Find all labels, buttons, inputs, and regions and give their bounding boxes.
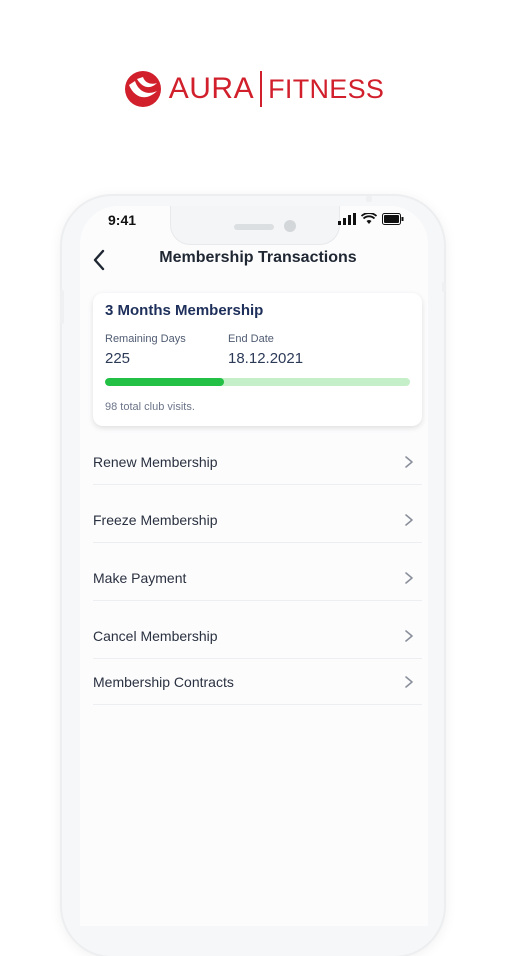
end-date-label: End Date: [228, 333, 274, 345]
signal-icon: [338, 213, 356, 225]
chevron-right-icon: [405, 630, 413, 642]
phone-side-button: [366, 196, 372, 202]
menu-item-renew-membership[interactable]: Renew Membership: [93, 440, 422, 485]
menu-item-label: Membership Contracts: [93, 674, 234, 690]
chevron-right-icon: [405, 572, 413, 584]
back-button[interactable]: [86, 246, 112, 274]
chevron-right-icon: [405, 456, 413, 468]
menu-item-make-payment[interactable]: Make Payment: [93, 556, 422, 601]
front-camera: [284, 220, 296, 232]
back-arrow-icon: [93, 249, 105, 271]
menu-item-membership-contracts[interactable]: Membership Contracts: [93, 660, 422, 705]
membership-progress-bar: [105, 378, 410, 386]
brand-subtitle: FITNESS: [268, 73, 385, 104]
end-date-value: 18.12.2021: [228, 350, 304, 367]
status-time: 9:41: [108, 212, 137, 228]
menu-item-freeze-membership[interactable]: Freeze Membership: [93, 498, 422, 543]
membership-progress-fill: [105, 378, 224, 386]
menu-item-label: Make Payment: [93, 570, 187, 586]
brand-logo-icon: [124, 71, 161, 107]
chevron-right-icon: [405, 514, 413, 526]
menu-item-cancel-membership[interactable]: Cancel Membership: [93, 614, 422, 659]
chevron-right-icon: [405, 676, 413, 688]
menu-item-label: Cancel Membership: [93, 628, 218, 644]
wifi-icon: [361, 213, 377, 224]
page-title: Membership Transactions: [159, 249, 357, 266]
membership-title: 3 Months Membership: [105, 302, 264, 319]
speaker-grille: [234, 224, 274, 230]
remaining-days-label: Remaining Days: [105, 333, 186, 345]
status-icons: [338, 210, 418, 228]
club-visits-text: 98 total club visits.: [105, 401, 195, 413]
brand-logo: AURA FITNESS: [0, 64, 507, 114]
battery-icon: [382, 213, 404, 225]
menu-item-label: Freeze Membership: [93, 512, 218, 528]
remaining-days-value: 225: [105, 350, 131, 367]
brand-divider: [260, 71, 263, 107]
menu-item-label: Renew Membership: [93, 454, 218, 470]
phone-side-button: [442, 282, 446, 292]
brand-name: AURA: [168, 72, 255, 105]
phone-side-button: [60, 290, 64, 324]
